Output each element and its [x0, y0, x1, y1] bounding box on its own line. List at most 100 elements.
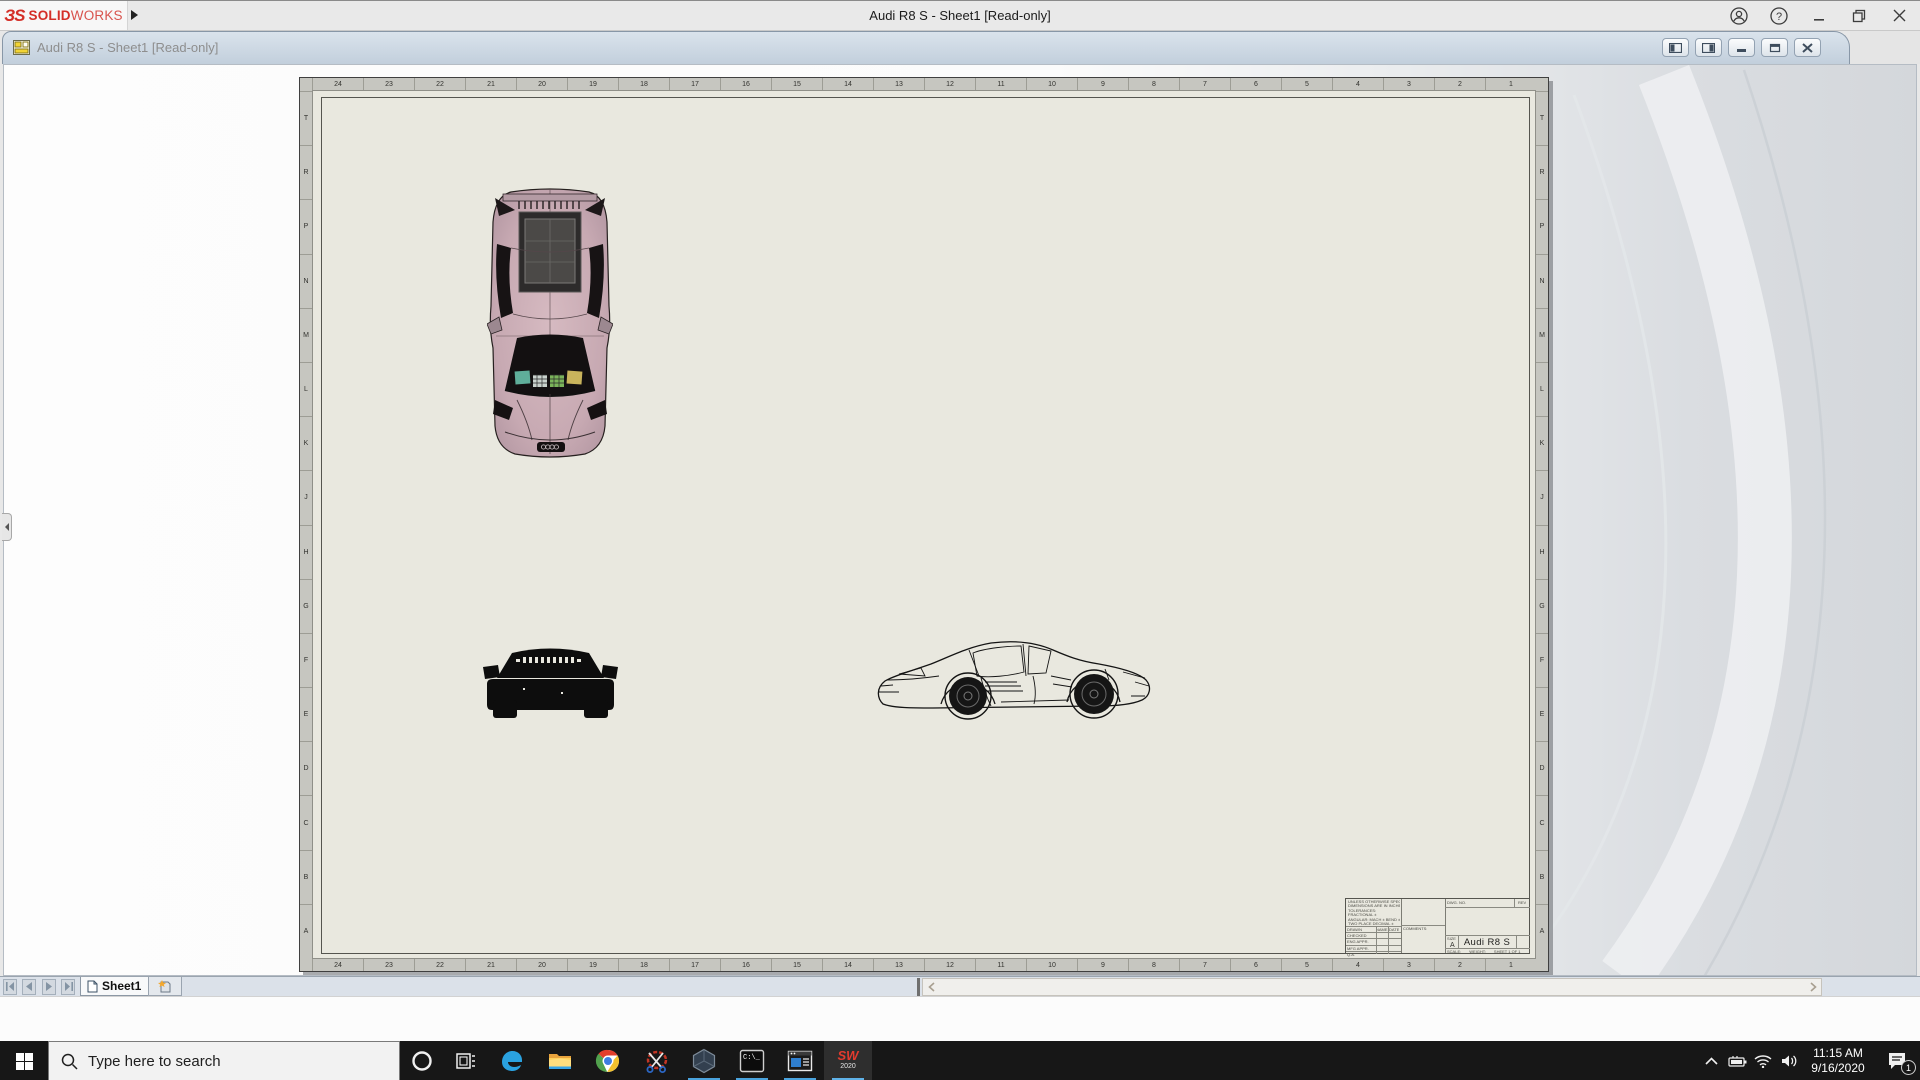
taskbar-item-edrawings[interactable] [680, 1041, 728, 1080]
tab-sheet1[interactable]: Sheet1 [80, 977, 152, 996]
horizontal-scrollbar[interactable] [922, 978, 1822, 996]
label: J [300, 470, 312, 524]
label: E [1536, 687, 1548, 741]
doc-minimize-button-icon[interactable] [1728, 38, 1755, 57]
label: 19 [567, 959, 618, 971]
notification-badge: 1 [1901, 1060, 1916, 1075]
titleblock-size-label: SIZE [1447, 937, 1456, 941]
next-sheet-button-icon[interactable] [42, 979, 56, 995]
label: 16 [720, 78, 771, 90]
pane-right-button-icon[interactable] [1695, 38, 1722, 57]
label: 21 [465, 959, 516, 971]
label: 22 [414, 78, 465, 90]
label: 4 [1332, 78, 1383, 90]
titleblock-date-label: DATE [1389, 928, 1399, 932]
label: 20 [516, 959, 567, 971]
sheet-nav-buttons [3, 978, 76, 996]
pane-splitter-handle[interactable] [917, 978, 920, 996]
drawing-view-front[interactable] [483, 640, 618, 721]
doc-close-button-icon[interactable] [1794, 38, 1821, 57]
graphics-viewport[interactable]: 242322212019181716151413121110987654321 … [3, 64, 1917, 976]
scroll-left-arrow-icon[interactable] [923, 979, 939, 995]
restore-button-icon[interactable] [1846, 4, 1872, 28]
document-window-buttons [1662, 38, 1821, 57]
label: D [300, 741, 312, 795]
help-icon[interactable]: ? [1766, 4, 1792, 28]
panel-collapse-handle[interactable] [2, 513, 12, 541]
taskbar-clock[interactable]: 11:15 AM 9/16/2020 [1802, 1046, 1874, 1076]
task-view-icon [456, 1052, 476, 1070]
taskbar-search[interactable] [48, 1041, 400, 1080]
volume-icon[interactable] [1776, 1041, 1802, 1080]
label: 2 [1434, 959, 1485, 971]
document-title: Audi R8 S - Sheet1 [Read-only] [37, 40, 218, 55]
label: 4 [1332, 959, 1383, 971]
label: A [1536, 904, 1548, 958]
label: 1 [1485, 78, 1536, 90]
title-block: UNLESS OTHERWISE SPECIFIED:DIMENSIONS AR… [1345, 898, 1529, 953]
label: 6 [1230, 959, 1281, 971]
label: 3 [1383, 78, 1434, 90]
search-input[interactable] [88, 1053, 358, 1070]
label: G [1536, 579, 1548, 633]
pane-left-button-icon[interactable] [1662, 38, 1689, 57]
cortana-icon [411, 1050, 433, 1072]
add-sheet-icon [158, 980, 172, 993]
add-sheet-tab[interactable] [148, 977, 182, 996]
taskbar-item-chrome[interactable] [584, 1041, 632, 1080]
task-view-button[interactable] [444, 1041, 488, 1080]
titleblock-line [1401, 925, 1445, 926]
drawing-view-side[interactable] [873, 636, 1157, 721]
label: 20 [516, 78, 567, 90]
taskbar-item-file-explorer[interactable] [536, 1041, 584, 1080]
solidworks-logo[interactable]: ЗS SOLIDWORKS [0, 1, 128, 30]
drawing-view-top[interactable] [487, 186, 613, 460]
taskbar-item-snipping-tool[interactable] [632, 1041, 680, 1080]
label: L [300, 362, 312, 416]
scroll-right-arrow-icon[interactable] [1805, 979, 1821, 995]
label: 11 [975, 959, 1026, 971]
label: 5 [1281, 78, 1332, 90]
chrome-icon [595, 1048, 621, 1074]
user-account-icon[interactable] [1726, 4, 1752, 28]
label: 23 [363, 959, 414, 971]
taskbar-item-solidworks[interactable]: SW2020 [824, 1041, 872, 1080]
last-sheet-button-icon[interactable] [61, 979, 75, 995]
solidworks-logo-mark-icon: ЗS [4, 6, 24, 26]
cortana-button[interactable] [400, 1041, 444, 1080]
label: 14 [822, 959, 873, 971]
label: 15 [771, 78, 822, 90]
menu-expand-arrow-icon[interactable] [131, 10, 138, 20]
label: P [300, 199, 312, 253]
titleblock-part-title: Audi R8 S [1458, 936, 1516, 948]
titleblock-tolerances: UNLESS OTHERWISE SPECIFIED:DIMENSIONS AR… [1348, 900, 1400, 926]
battery-icon[interactable] [1724, 1041, 1750, 1080]
taskbar-item-command-prompt[interactable]: C:\_ [728, 1041, 776, 1080]
app-window-icon [787, 1048, 813, 1074]
wifi-icon[interactable] [1750, 1041, 1776, 1080]
start-button[interactable] [0, 1041, 48, 1080]
zone-ruler-bottom: 242322212019181716151413121110987654321 [312, 958, 1536, 971]
solidworks-taskbar-icon: SW2020 [838, 1050, 859, 1072]
svg-text:?: ? [1776, 11, 1782, 23]
titleblock-line [1388, 926, 1389, 954]
windows-taskbar: C:\_ SW2020 11:15 AM 9/16/2020 1 [0, 1041, 1920, 1080]
action-center-button[interactable]: 1 [1874, 1041, 1920, 1080]
label: 3 [1383, 959, 1434, 971]
tray-chevron-up-icon[interactable] [1698, 1041, 1724, 1080]
label: 24 [312, 78, 363, 90]
close-button-icon[interactable] [1886, 4, 1912, 28]
label: SCALE: [1447, 950, 1461, 954]
doc-restore-button-icon[interactable] [1761, 38, 1788, 57]
zone-corner [1535, 958, 1548, 971]
edrawings-hexagon-icon [691, 1048, 717, 1074]
taskbar-item-edge[interactable] [488, 1041, 536, 1080]
prev-sheet-button-icon[interactable] [22, 979, 36, 995]
taskbar-item-app-window[interactable] [776, 1041, 824, 1080]
label: 8 [1128, 78, 1179, 90]
label: F [300, 633, 312, 687]
minimize-button-icon[interactable] [1806, 4, 1832, 28]
first-sheet-button-icon[interactable] [3, 979, 17, 995]
label: 12 [924, 959, 975, 971]
label: 18 [618, 959, 669, 971]
